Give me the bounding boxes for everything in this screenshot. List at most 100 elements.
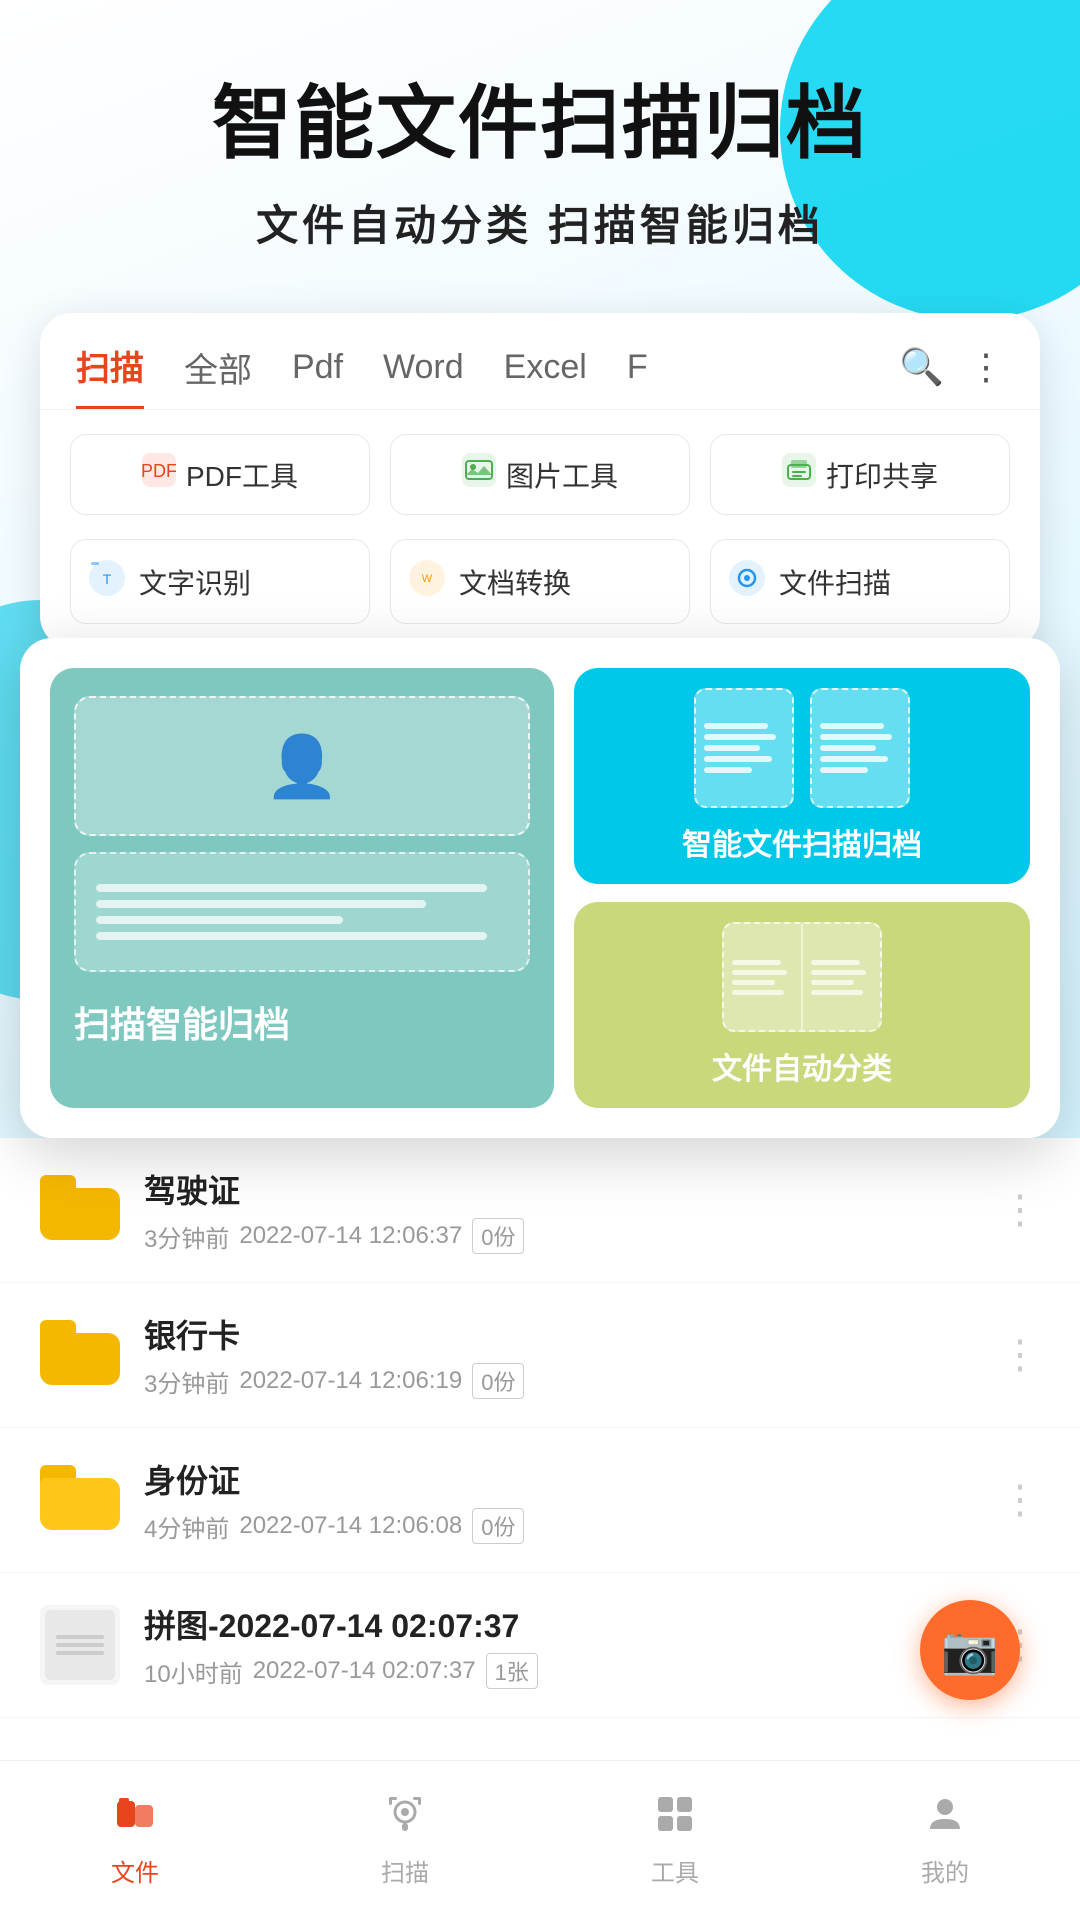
print-tool-label: 打印共享 [826,455,938,495]
filescan-icon [727,558,767,605]
convert-tool-label: 文档转换 [459,562,571,602]
doc-icons-row [694,688,910,808]
print-tool-button[interactable]: 打印共享 [710,434,1010,515]
file-date-shenfenzheng: 2022-07-14 12:06:08 [239,1512,462,1540]
svg-text:PDF: PDF [142,461,176,481]
file-more-shenfenzheng[interactable]: ⋮ [1000,1477,1040,1523]
file-date-pintu: 2022-07-14 02:07:37 [253,1657,476,1685]
file-count-pintu: 1张 [486,1653,538,1689]
pdf-tool-button[interactable]: PDF PDF工具 [70,434,370,515]
ocr-tool-button[interactable]: T 文字识别 [70,539,370,624]
scan-line-3 [96,916,343,924]
scan-line-2 [96,900,426,908]
pdf-tool-label: PDF工具 [186,455,298,495]
file-info-jiashizheng: 驾驶证 3分钟前 2022-07-14 12:06:37 0份 [144,1166,1000,1254]
file-time-yinhangka: 3分钟前 [144,1364,229,1399]
camera-fab-icon: 📷 [941,1623,998,1678]
auto-classify-feature[interactable]: 文件自动分类 [574,902,1030,1108]
svg-text:T: T [103,571,112,587]
book-demo [722,922,882,1032]
tab-scan[interactable]: 扫描 [76,341,144,409]
nav-scan[interactable]: 扫描 [270,1783,540,1898]
nav-tools-label: 工具 [651,1853,699,1888]
person-icon: 👤 [265,731,340,802]
smart-scan-label: 智能文件扫描归档 [682,820,922,864]
doc-icon-2 [810,688,910,808]
nav-tools[interactable]: 工具 [540,1783,810,1898]
tab-pdf[interactable]: Pdf [292,348,343,403]
file-meta-pintu: 10小时前 2022-07-14 02:07:37 1张 [144,1653,1000,1689]
file-name-pintu: 拼图-2022-07-14 02:07:37 [144,1601,1000,1647]
scan-archive-label: 扫描智能归档 [74,996,530,1048]
nav-scan-label: 扫描 [381,1853,429,1888]
app-card: 扫描 全部 Pdf Word Excel F 🔍 ⋮ PDF PDF工具 [40,313,1040,648]
img-tool-button[interactable]: 图片工具 [390,434,690,515]
nav-profile[interactable]: 我的 [810,1783,1080,1898]
file-item-jiashizheng[interactable]: 驾驶证 3分钟前 2022-07-14 12:06:37 0份 ⋮ [0,1138,1080,1283]
scan-archive-feature[interactable]: 👤 扫描智能归档 [50,668,554,1108]
file-more-yinhangka[interactable]: ⋮ [1000,1332,1040,1378]
img-icon [462,453,496,496]
file-item-shenfenzheng[interactable]: 身份证 4分钟前 2022-07-14 12:06:08 0份 ⋮ [0,1428,1080,1573]
ocr-icon: T [87,558,127,605]
feature-right: 智能文件扫描归档 [574,668,1030,1108]
doc-icon-1 [694,688,794,808]
more-icon[interactable]: ⋮ [968,346,1004,388]
hero-subtitle: 文件自动分类 扫描智能归档 [60,192,1020,253]
profile-nav-icon [924,1793,966,1845]
tabs-icons: 🔍 ⋮ [899,346,1004,404]
auto-classify-label: 文件自动分类 [712,1044,892,1088]
book-page-left [724,924,803,1030]
print-icon [782,453,816,496]
tabs-bar: 扫描 全部 Pdf Word Excel F 🔍 ⋮ [40,313,1040,410]
hero-title: 智能文件扫描归档 [60,80,1020,168]
tab-word[interactable]: Word [383,348,464,403]
convert-icon: W [407,558,447,605]
nav-profile-label: 我的 [921,1853,969,1888]
feature-modal: 👤 扫描智能归档 [20,638,1060,1138]
tools-row-1: PDF PDF工具 图片工具 [40,410,1040,539]
folder-icon-shenfenzheng [40,1465,120,1535]
thumb-line-3 [56,1651,105,1655]
img-tool-label: 图片工具 [506,455,618,495]
file-item-yinhangka[interactable]: 银行卡 3分钟前 2022-07-14 12:06:19 0份 ⋮ [0,1283,1080,1428]
thumb-line-1 [56,1635,105,1639]
search-icon[interactable]: 🔍 [899,346,944,388]
file-date-yinhangka: 2022-07-14 12:06:19 [239,1367,462,1395]
file-date-jiashizheng: 2022-07-14 12:06:37 [239,1222,462,1250]
filescan-tool-button[interactable]: 文件扫描 [710,539,1010,624]
thumb-inner-pintu [45,1610,115,1680]
ocr-tool-label: 文字识别 [139,562,251,602]
file-name-jiashizheng: 驾驶证 [144,1166,1000,1212]
folder-icon-jiashizheng [40,1175,120,1245]
tab-excel[interactable]: Excel [504,348,587,403]
scan-line-4 [96,932,487,940]
camera-fab[interactable]: 📷 [920,1600,1020,1700]
file-info-yinhangka: 银行卡 3分钟前 2022-07-14 12:06:19 0份 [144,1311,1000,1399]
file-item-pintu[interactable]: 拼图-2022-07-14 02:07:37 10小时前 2022-07-14 … [0,1573,1080,1718]
file-meta-yinhangka: 3分钟前 2022-07-14 12:06:19 0份 [144,1363,1000,1399]
tab-all[interactable]: 全部 [184,343,252,408]
smart-scan-feature[interactable]: 智能文件扫描归档 [574,668,1030,884]
nav-files-label: 文件 [111,1853,159,1888]
file-time-jiashizheng: 3分钟前 [144,1219,229,1254]
id-card-demo: 👤 [74,696,530,836]
file-count-shenfenzheng: 0份 [472,1508,524,1544]
tab-f[interactable]: F [627,348,648,403]
file-name-yinhangka: 银行卡 [144,1311,1000,1357]
convert-tool-button[interactable]: W 文档转换 [390,539,690,624]
file-count-jiashizheng: 0份 [472,1218,524,1254]
document-demo [74,852,530,972]
file-name-shenfenzheng: 身份证 [144,1456,1000,1502]
thumb-line-2 [56,1643,105,1647]
file-count-yinhangka: 0份 [472,1363,524,1399]
pdf-icon: PDF [142,453,176,496]
tools-nav-icon [654,1793,696,1845]
nav-files[interactable]: 文件 [0,1783,270,1898]
svg-text:W: W [422,573,433,585]
files-nav-icon [114,1793,156,1845]
file-more-jiashizheng[interactable]: ⋮ [1000,1187,1040,1233]
file-info-pintu: 拼图-2022-07-14 02:07:37 10小时前 2022-07-14 … [144,1601,1000,1689]
scan-nav-icon [384,1793,426,1845]
tools-row-2: T 文字识别 W 文档转换 [40,539,1040,648]
